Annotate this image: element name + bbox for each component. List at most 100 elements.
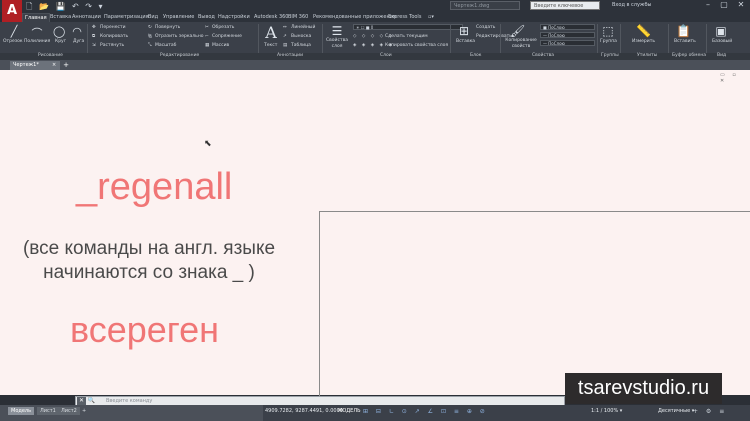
move-tool[interactable]: Перенести — [100, 25, 126, 31]
paste-icon[interactable]: 📋 — [676, 24, 691, 38]
scale-tool[interactable]: Масштаб — [155, 43, 176, 49]
linear-dim-icon[interactable]: ↔ — [283, 25, 287, 31]
match-properties-label[interactable]: Копирование свойств — [503, 38, 539, 50]
section-modify-title[interactable]: Редактирование — [160, 53, 199, 58]
arc-tool-label[interactable]: Дуга — [73, 39, 84, 45]
drafting-toggle-icons[interactable]: ⊞ ⊟ ∟ ⊙ ↗ ∠ ⊡ ≡ ⊕ ⊘ — [363, 408, 488, 415]
array-icon[interactable]: ▦ — [205, 43, 209, 49]
mirror-icon[interactable]: ⧎ — [148, 34, 152, 40]
command-line-search-icon[interactable]: 🔍 — [87, 397, 96, 405]
make-current-tool[interactable]: Сделать текущим — [385, 34, 428, 40]
circle-tool-icon[interactable]: ◯ — [53, 25, 65, 38]
tab-output[interactable]: Вывод — [198, 13, 215, 22]
cursor-coordinates[interactable]: 4909.7282, 9287.4491, 0.0000 — [265, 408, 343, 414]
tab-model[interactable]: Модель — [8, 407, 35, 415]
layer-properties-icon[interactable]: ☰ — [330, 24, 344, 38]
new-tab-button[interactable]: + — [62, 61, 70, 69]
fillet-icon[interactable]: ⌐ — [205, 34, 209, 40]
section-properties-title[interactable]: Свойства — [532, 53, 554, 58]
line-tool-label[interactable]: Отрезок — [3, 39, 23, 45]
search-input[interactable]: Введите ключевое слово/фразу — [530, 1, 600, 18]
command-input[interactable]: Введите команду — [106, 397, 152, 405]
color-dropdown[interactable]: ■ ПоСлою — [540, 24, 595, 30]
tab-view[interactable]: Вид — [148, 13, 158, 22]
arc-tool-icon[interactable]: ◠ — [71, 25, 83, 38]
fillet-tool[interactable]: Сопряжение — [212, 34, 242, 40]
linetype-dropdown[interactable]: — ПоСлою — [540, 32, 595, 38]
viewport-controls[interactable]: ▭ ▫ ✕ — [720, 72, 750, 84]
maximize-button[interactable]: ▢ — [716, 0, 732, 10]
linear-dim-tool[interactable]: Линейный — [291, 25, 315, 31]
tab-addins[interactable]: Надстройки — [218, 13, 250, 22]
tab-more[interactable]: ▫▾ — [428, 13, 434, 22]
rotate-tool[interactable]: Повернуть — [155, 25, 180, 31]
close-tab-icon[interactable]: × — [52, 61, 58, 69]
annotation-scale[interactable]: 1:1 / 100% ▾ — [591, 408, 622, 414]
create-block-tool[interactable]: Создать — [476, 25, 495, 31]
tab-manage[interactable]: Управление — [163, 13, 194, 22]
group-label[interactable]: Группа — [600, 39, 617, 45]
trim-tool[interactable]: Обрезать — [212, 25, 234, 31]
rotate-icon[interactable]: ↻ — [148, 25, 152, 31]
stretch-icon[interactable]: ⇲ — [92, 43, 96, 49]
polyline-tool-label[interactable]: Полилиния — [24, 39, 50, 45]
drawing-line-horizontal — [320, 211, 750, 212]
stretch-tool[interactable]: Растянуть — [100, 43, 124, 49]
circle-tool-label[interactable]: Круг — [55, 39, 66, 45]
leader-tool[interactable]: Выноска — [291, 34, 311, 40]
units-dropdown[interactable]: Десятичные ▾ — [658, 408, 694, 414]
section-view-title[interactable]: Вид — [717, 53, 726, 58]
tab-bim-360[interactable]: BIM 360 — [288, 13, 308, 22]
section-clipboard-title[interactable]: Буфер обмена — [672, 53, 706, 58]
match-properties-icon[interactable]: 🖌 — [510, 24, 525, 38]
section-draw-title[interactable]: Рисование — [38, 53, 63, 58]
tab-express-tools[interactable]: Express Tools — [388, 13, 421, 22]
array-tool[interactable]: Массив — [212, 43, 229, 49]
base-view-icon[interactable]: ▣ — [714, 24, 728, 38]
section-utilities-title[interactable]: Утилиты — [637, 53, 657, 58]
sign-in-button[interactable]: Вход в службы — [612, 2, 651, 8]
layer-properties-label[interactable]: Свойства слоя — [326, 38, 348, 50]
tab-annotate[interactable]: Аннотации — [72, 13, 101, 22]
section-annotation-title[interactable]: Аннотации — [277, 53, 303, 58]
insert-block-label[interactable]: Вставка — [456, 39, 475, 45]
tab-layout2[interactable]: Лист2 — [58, 407, 80, 415]
command-line-close-icon[interactable]: ✕ — [77, 397, 86, 405]
base-view-label[interactable]: Базовый — [712, 39, 732, 45]
copy-tool[interactable]: Копировать — [100, 34, 128, 40]
trim-icon[interactable]: ✂ — [205, 25, 209, 31]
table-tool[interactable]: Таблица — [291, 43, 311, 49]
text-tool-icon[interactable]: A — [264, 23, 278, 42]
copy-icon[interactable]: ⧉ — [92, 34, 95, 40]
tab-autodesk-360[interactable]: Autodesk 360 — [254, 13, 289, 22]
model-space-button[interactable]: МОДЕЛЬ — [338, 408, 361, 414]
section-block-title[interactable]: Блок — [470, 53, 481, 58]
lineweight-dropdown[interactable]: — ПоСлою — [540, 40, 595, 46]
scale-icon[interactable]: ⤡ — [148, 43, 152, 49]
minimize-button[interactable]: – — [700, 0, 716, 10]
paste-label[interactable]: Вставить — [674, 39, 696, 45]
group-icon[interactable]: ⬚ — [601, 24, 615, 38]
section-groups-title[interactable]: Группы — [601, 53, 619, 58]
status-settings-icons[interactable]: + ⚙ ≡ — [693, 408, 727, 415]
section-layers-title[interactable]: Слои — [380, 53, 392, 58]
layer-dropdown[interactable]: ☀ ☐ ■ 0 — [353, 24, 463, 30]
tab-parametric[interactable]: Параметризация — [104, 13, 149, 22]
leader-icon[interactable]: ↗ — [283, 34, 287, 40]
tab-featured-apps[interactable]: Рекомендованные приложения — [313, 13, 396, 22]
match-layer-tool[interactable]: Копировать свойства слоя — [385, 43, 448, 49]
add-layout-button[interactable]: + — [79, 407, 89, 415]
close-window-button[interactable]: ✕ — [733, 0, 749, 10]
text-tool-label[interactable]: Текст — [264, 43, 277, 49]
app-menu-logo[interactable]: A — [2, 0, 22, 22]
tab-layout1[interactable]: Лист1 — [37, 407, 59, 415]
move-icon[interactable]: ✥ — [92, 25, 96, 31]
mirror-tool[interactable]: Отразить зеркально — [155, 34, 204, 40]
color-value: ПоСлою — [548, 25, 565, 30]
insert-block-icon[interactable]: ⊞ — [457, 24, 471, 38]
measure-icon[interactable]: 📏 — [636, 24, 651, 38]
tab-insert[interactable]: Вставка — [50, 13, 71, 22]
measure-label[interactable]: Измерить — [632, 39, 655, 45]
table-icon[interactable]: ▤ — [283, 43, 287, 49]
line-tool-icon[interactable]: ╱ — [8, 25, 20, 38]
